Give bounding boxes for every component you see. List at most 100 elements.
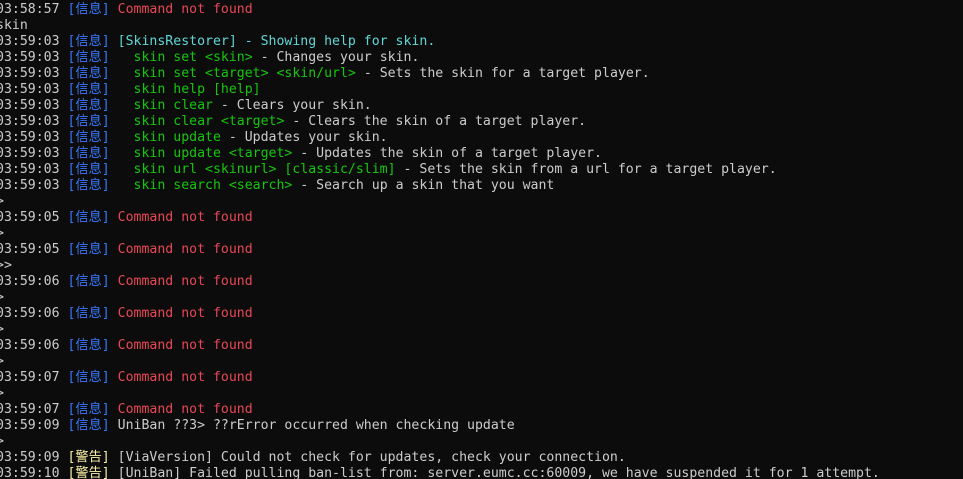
error-message: Command not found	[109, 274, 253, 289]
timestamp: 03:59:03	[0, 130, 68, 145]
command-syntax: skin help [help]	[109, 82, 261, 97]
log-level-tag: [信息]	[67, 402, 110, 417]
timestamp: 03:59:03	[0, 82, 68, 97]
console-line: 03:59:07 [信息] Command not found	[0, 370, 253, 386]
timestamp: 03:59:05	[0, 210, 68, 225]
log-level-tag: [信息]	[67, 210, 110, 225]
command-syntax: skin clear	[109, 98, 213, 113]
console-line: 03:59:03 [信息] skin clear <target> - Clea…	[0, 114, 586, 130]
console-line: 03:59:03 [信息] skin help [help]	[0, 82, 261, 98]
error-message: Command not found	[109, 370, 253, 385]
error-message: Command not found	[109, 2, 253, 17]
console-line: 03:59:03 [信息] skin search <search> - Sea…	[0, 178, 554, 194]
log-level-tag: [信息]	[67, 130, 110, 145]
console-line: >	[0, 386, 4, 402]
console-line: >	[0, 226, 4, 242]
log-level-tag: [警告]	[67, 466, 110, 479]
timestamp: 03:58:57	[0, 2, 68, 17]
line-text: - Changes your skin.	[252, 50, 420, 65]
line-text: - Clears your skin.	[212, 98, 372, 113]
line-text: skin	[0, 18, 28, 33]
console-line: 03:59:09 [警告] [ViaVersion] Could not che…	[0, 450, 626, 466]
console-line: 03:59:03 [信息] skin set <target> <skin/ur…	[0, 66, 650, 82]
timestamp: 03:59:03	[0, 66, 68, 81]
line-text: UniBan ??3> ??rError occurred when check…	[109, 418, 515, 433]
command-syntax: skin update <target>	[109, 146, 293, 161]
console-line: 03:59:06 [信息] Command not found	[0, 306, 253, 322]
console-line: skin	[0, 18, 28, 34]
timestamp: 03:59:09	[0, 418, 68, 433]
log-level-tag: [信息]	[67, 82, 110, 97]
console-line: >	[0, 434, 4, 450]
command-syntax: skin url <skinurl> [classic/slim]	[109, 162, 396, 177]
log-level-tag: [信息]	[67, 162, 110, 177]
command-syntax: skin set <target> <skin/url>	[109, 66, 356, 81]
line-text: [ViaVersion] Could not check for updates…	[109, 450, 626, 465]
log-level-tag: [信息]	[67, 34, 110, 49]
line-text: >	[0, 226, 4, 241]
log-level-tag: [信息]	[67, 114, 110, 129]
timestamp: 03:59:10	[0, 466, 68, 479]
log-level-tag: [信息]	[67, 418, 110, 433]
timestamp: 03:59:03	[0, 34, 68, 49]
console-line: >	[0, 322, 4, 338]
command-syntax: skin set <skin>	[109, 50, 253, 65]
timestamp: 03:59:07	[0, 402, 68, 417]
line-text: >	[0, 322, 4, 337]
console-line: >	[0, 290, 4, 306]
timestamp: 03:59:06	[0, 338, 68, 353]
timestamp: 03:59:09	[0, 450, 68, 465]
timestamp: 03:59:03	[0, 50, 68, 65]
timestamp: 03:59:06	[0, 274, 68, 289]
line-text: - Clears the skin of a target player.	[284, 114, 587, 129]
timestamp: 03:59:06	[0, 306, 68, 321]
console-line: 03:59:03 [信息] skin clear - Clears your s…	[0, 98, 372, 114]
line-text: - Search up a skin that you want	[292, 178, 555, 193]
line-text: >	[0, 194, 4, 209]
command-syntax: skin clear <target>	[109, 114, 285, 129]
console-window[interactable]: 03:58:57 [信息] Command not foundskin03:59…	[0, 0, 963, 479]
log-level-tag: [信息]	[67, 98, 110, 113]
timestamp: 03:59:03	[0, 98, 68, 113]
line-text: >>	[0, 258, 12, 273]
console-line: 03:59:10 [警告] [UniBan] Failed pulling ba…	[0, 466, 880, 479]
console-line: 03:59:03 [信息] skin set <skin> - Changes …	[0, 50, 419, 66]
timestamp: 03:59:03	[0, 146, 68, 161]
line-text: - Sets the skin from a url for a target …	[395, 162, 777, 177]
log-level-tag: [警告]	[67, 450, 110, 465]
timestamp: 03:59:07	[0, 370, 68, 385]
error-message: Command not found	[109, 306, 253, 321]
line-text: [UniBan] Failed pulling ban-list from: s…	[109, 466, 880, 479]
console-line: >	[0, 354, 4, 370]
log-level-tag: [信息]	[67, 274, 110, 289]
console-line: 03:59:05 [信息] Command not found	[0, 210, 253, 226]
plugin-header: [SkinsRestorer] - Showing help for skin.	[109, 34, 436, 49]
error-message: Command not found	[109, 338, 253, 353]
console-line: 03:59:03 [信息] [SkinsRestorer] - Showing …	[0, 34, 435, 50]
error-message: Command not found	[109, 210, 253, 225]
command-syntax: skin update	[109, 130, 221, 145]
timestamp: 03:59:03	[0, 162, 68, 177]
log-level-tag: [信息]	[67, 178, 110, 193]
error-message: Command not found	[109, 402, 253, 417]
line-text: - Updates the skin of a target player.	[292, 146, 603, 161]
console-line: 03:59:03 [信息] skin update <target> - Upd…	[0, 146, 602, 162]
log-level-tag: [信息]	[67, 338, 110, 353]
console-line: >	[0, 194, 4, 210]
command-syntax: skin search <search>	[109, 178, 293, 193]
console-line: 03:59:06 [信息] Command not found	[0, 338, 253, 354]
timestamp: 03:59:05	[0, 242, 68, 257]
console-line: 03:59:09 [信息] UniBan ??3> ??rError occur…	[0, 418, 515, 434]
log-level-tag: [信息]	[67, 50, 110, 65]
timestamp: 03:59:03	[0, 178, 68, 193]
console-line: 03:59:03 [信息] skin update - Updates your…	[0, 130, 388, 146]
line-text: - Updates your skin.	[220, 130, 388, 145]
console-line: >>	[0, 258, 12, 274]
error-message: Command not found	[109, 242, 253, 257]
console-line: 03:59:06 [信息] Command not found	[0, 274, 253, 290]
line-text: >	[0, 386, 4, 401]
line-text: - Sets the skin for a target player.	[355, 66, 650, 81]
log-level-tag: [信息]	[67, 66, 110, 81]
line-text: >	[0, 290, 4, 305]
console-line: 03:59:05 [信息] Command not found	[0, 242, 253, 258]
